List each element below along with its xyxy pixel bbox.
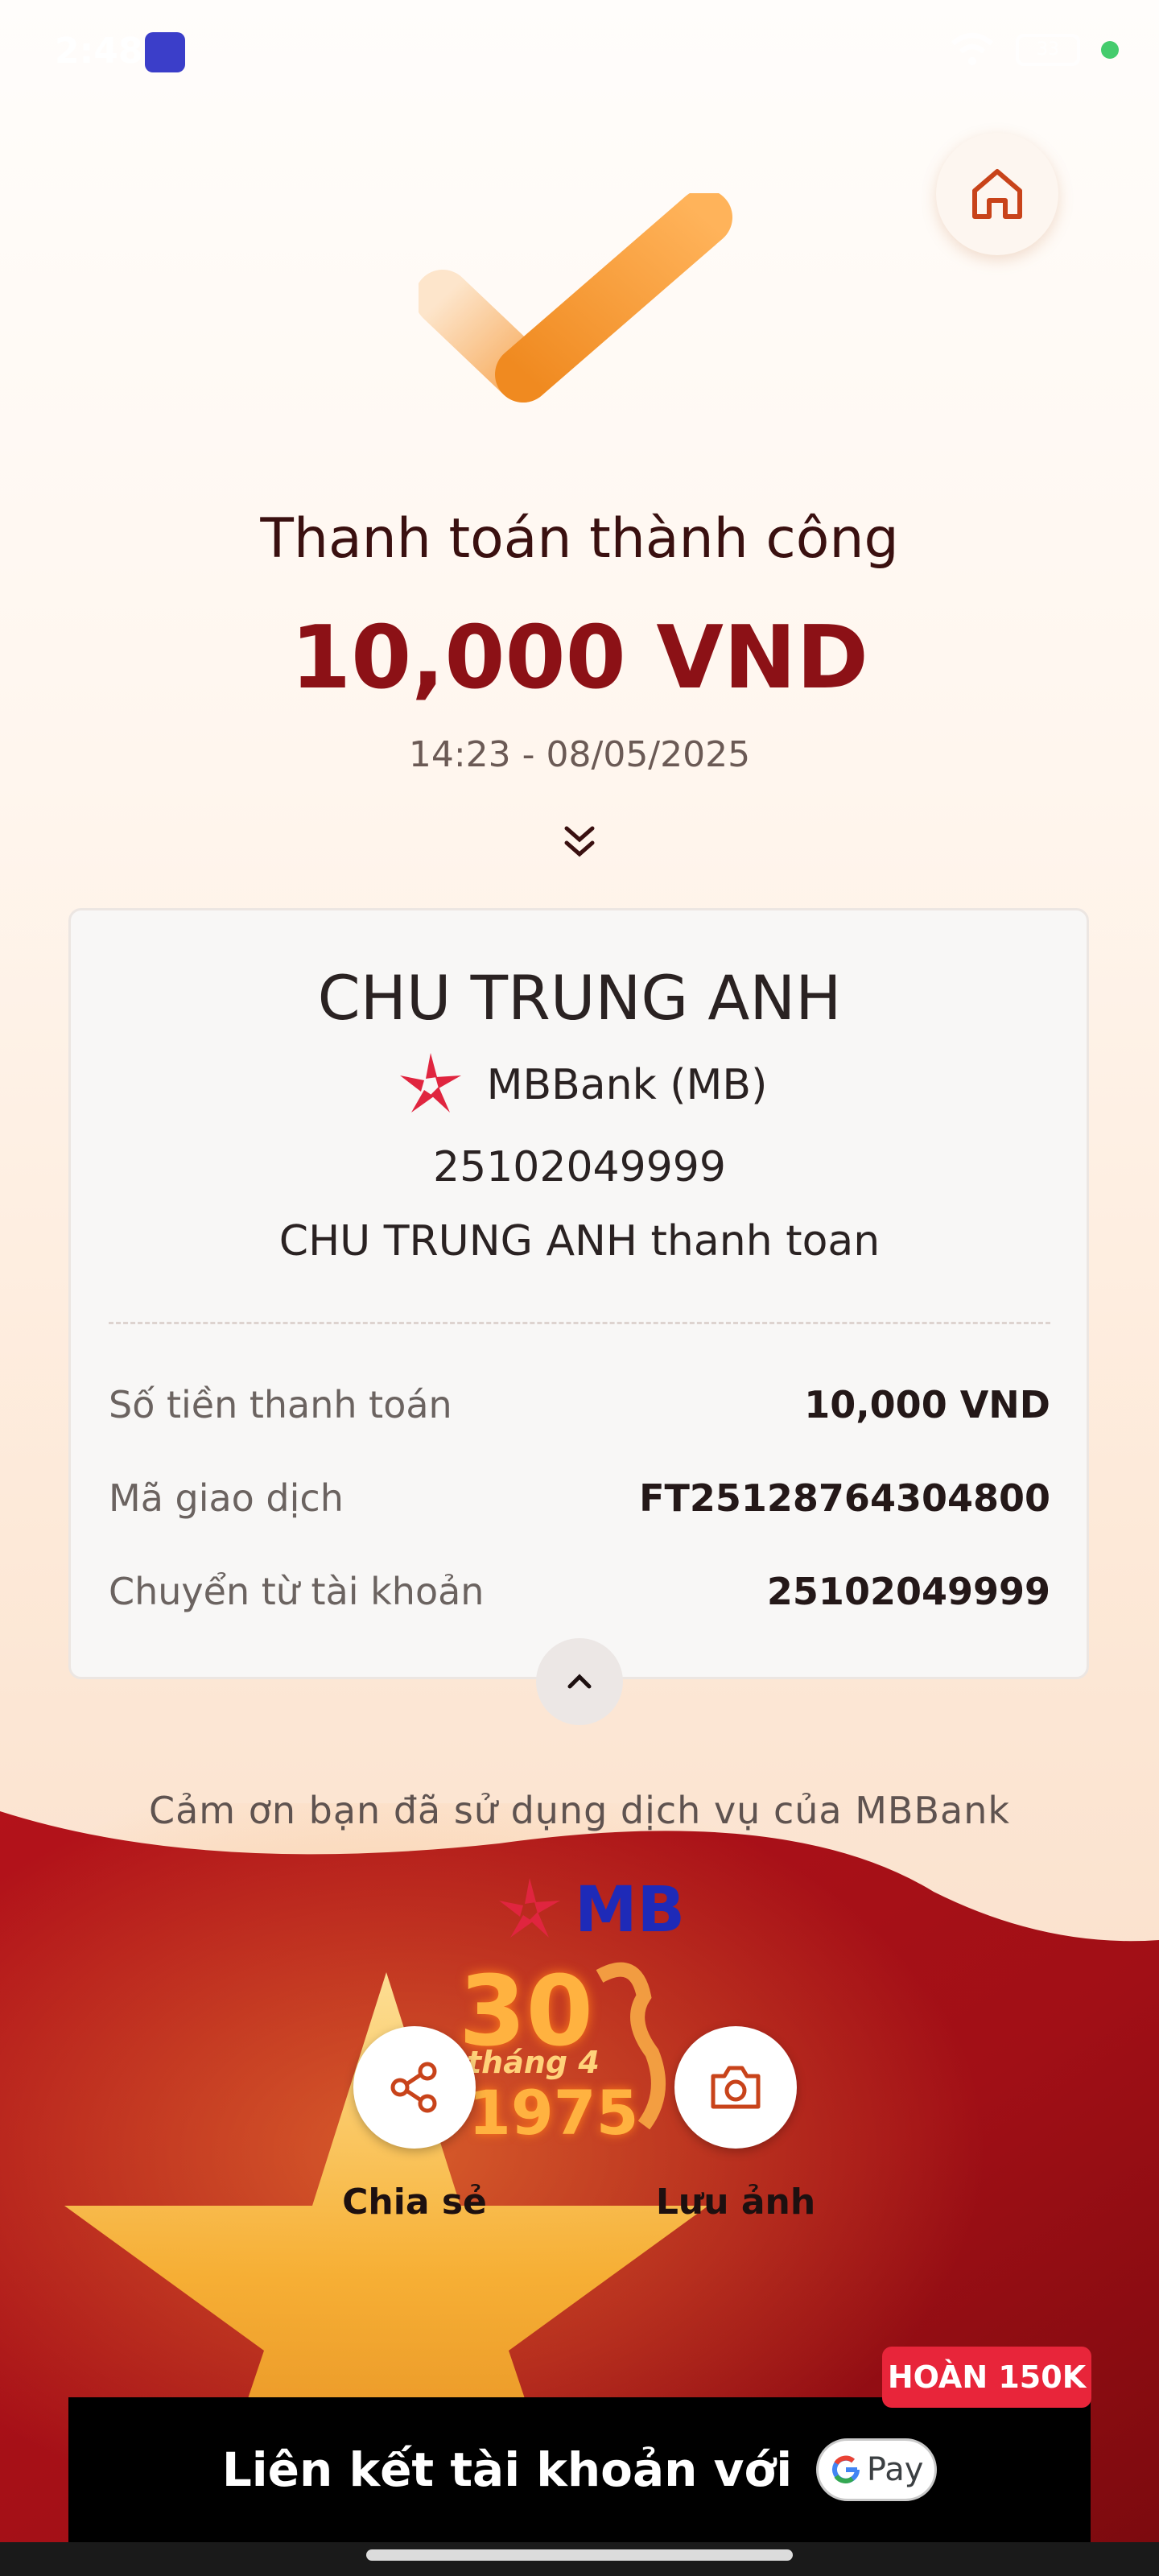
receiver-name: CHU TRUNG ANH bbox=[317, 962, 842, 1034]
detail-row-amount: Số tiền thanh toán 10,000 VND bbox=[109, 1383, 1050, 1426]
privacy-indicator-dot bbox=[1101, 41, 1119, 59]
detail-value: 10,000 VND bbox=[804, 1383, 1050, 1426]
chevron-double-down-icon[interactable] bbox=[555, 817, 604, 865]
detail-row-source-account: Chuyển từ tài khoản 25102049999 bbox=[109, 1570, 1050, 1613]
wifi-icon bbox=[951, 33, 993, 65]
receiver-bank: MBBank (MB) bbox=[0, 1046, 1159, 1124]
mb-logo: MB bbox=[491, 1872, 685, 1949]
page-title: Thanh toán thành công bbox=[260, 507, 899, 571]
status-time: 2:48 bbox=[55, 31, 143, 72]
detail-value: 25102049999 bbox=[766, 1570, 1050, 1613]
home-icon bbox=[972, 169, 1022, 219]
status-bar: 2:48 33 bbox=[0, 0, 1159, 105]
detail-label: Mã giao dịch bbox=[109, 1476, 344, 1520]
google-g-icon bbox=[831, 2455, 860, 2483]
payment-datetime: 14:23 - 08/05/2025 bbox=[408, 734, 751, 775]
dashed-divider bbox=[109, 1322, 1050, 1324]
detail-label: Chuyển từ tài khoản bbox=[109, 1570, 485, 1613]
chevron-up-icon bbox=[567, 1674, 592, 1689]
thank-you-message: Cảm ơn bạn đã sử dụng dịch vụ của MBBank bbox=[149, 1789, 1010, 1832]
detail-value: FT25128764304800 bbox=[639, 1476, 1050, 1520]
payment-memo: CHU TRUNG ANH thanh toan bbox=[278, 1217, 881, 1265]
gpay-text: Pay bbox=[866, 2451, 924, 2488]
mb-logo-text: MB bbox=[575, 1874, 686, 1946]
check-icon bbox=[419, 193, 732, 402]
app-root: 2:48 33 Thanh toán thành công 10,000 VND… bbox=[0, 0, 1159, 2576]
detail-row-transaction-id: Mã giao dịch FT25128764304800 bbox=[109, 1476, 1050, 1520]
share-icon bbox=[390, 2062, 437, 2113]
home-button[interactable] bbox=[936, 133, 1058, 255]
anniversary-year: 1975 bbox=[468, 2077, 639, 2149]
notification-app-icon bbox=[145, 32, 185, 72]
gpay-banner-text: Liên kết tài khoản với bbox=[221, 2442, 793, 2497]
anniversary-month: tháng 4 bbox=[467, 2045, 600, 2080]
payment-amount: 10,000 VND bbox=[291, 608, 868, 708]
gpay-link-banner[interactable]: Liên kết tài khoản với Pay bbox=[68, 2397, 1091, 2542]
detail-label: Số tiền thanh toán bbox=[109, 1383, 452, 1426]
save-image-button[interactable] bbox=[674, 2026, 797, 2149]
receiver-account: 25102049999 bbox=[433, 1143, 726, 1191]
share-label[interactable]: Chia sẻ bbox=[294, 2182, 535, 2223]
gpay-badge: Pay bbox=[816, 2438, 938, 2501]
save-image-label[interactable]: Lưu ảnh bbox=[615, 2182, 856, 2223]
camera-icon bbox=[711, 2066, 761, 2109]
mb-star-logo-icon bbox=[399, 1053, 461, 1113]
bank-name: MBBank (MB) bbox=[486, 1061, 768, 1109]
mb-star-logo-icon bbox=[499, 1878, 560, 1938]
status-icons: 33 bbox=[950, 32, 1119, 68]
home-gesture-handle[interactable] bbox=[366, 2549, 793, 2561]
share-button[interactable] bbox=[353, 2026, 476, 2149]
collapse-details-button[interactable] bbox=[536, 1638, 623, 1725]
battery-icon: 33 bbox=[1016, 34, 1080, 66]
cashback-badge: HOÀN 150K bbox=[882, 2347, 1091, 2408]
